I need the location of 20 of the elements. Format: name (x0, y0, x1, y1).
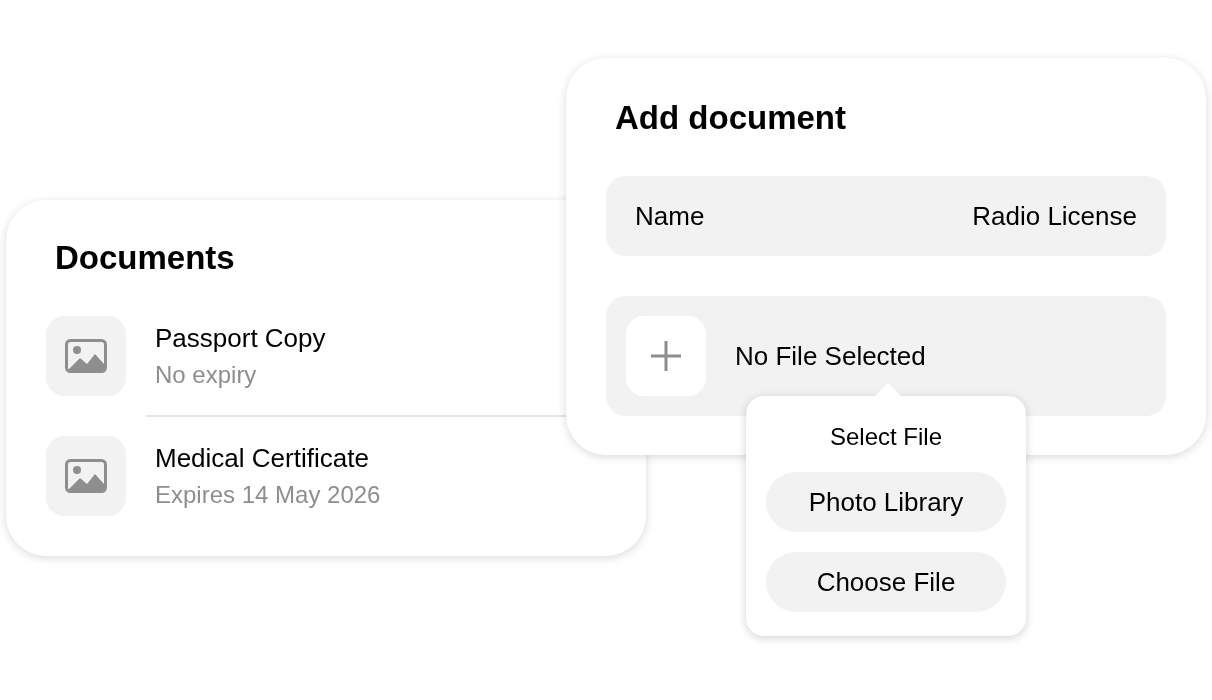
document-name: Passport Copy (155, 322, 326, 354)
card-title: Add document (615, 98, 846, 138)
file-status: No File Selected (735, 339, 926, 373)
name-field[interactable]: Name Radio License (606, 176, 1166, 256)
menu-option-button[interactable]: Photo Library (766, 472, 1006, 532)
document-row[interactable]: Medical Certificate Expires 14 May 2026 (46, 436, 381, 516)
document-row[interactable]: Passport Copy No expiry (46, 316, 326, 396)
plus-icon (650, 340, 682, 372)
document-detail: No expiry (155, 360, 258, 390)
card-title: Documents (55, 238, 235, 278)
field-value: Radio License (972, 199, 1137, 233)
add-file-button[interactable] (626, 316, 706, 396)
menu-option-button[interactable]: Choose File (766, 552, 1006, 612)
document-detail: Expires 14 May 2026 (155, 480, 381, 510)
menu-title: Select File (829, 422, 942, 452)
document-name: Medical Certificate (155, 442, 370, 474)
image-icon (65, 459, 107, 493)
image-icon (65, 339, 107, 373)
file-row[interactable]: No File Selected (606, 296, 1166, 416)
field-label: Name (635, 199, 705, 233)
